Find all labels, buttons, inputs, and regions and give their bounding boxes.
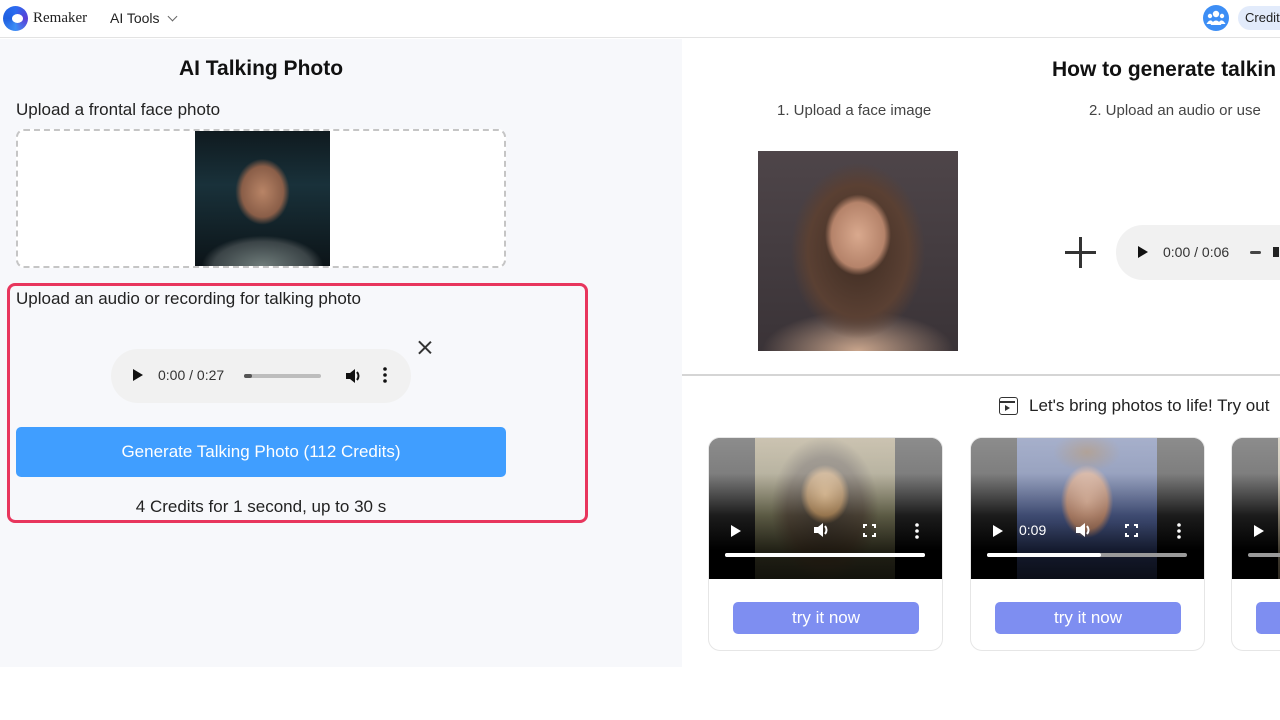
- credits-note: 4 Credits for 1 second, up to 30 s: [135, 497, 387, 516]
- play-icon[interactable]: [133, 369, 143, 381]
- video-controls-gradient: [1232, 438, 1280, 579]
- audio-seek-bar[interactable]: [244, 374, 321, 378]
- video-seek-progress: [987, 553, 1101, 557]
- volume-icon[interactable]: [1273, 247, 1279, 257]
- photo-dropzone[interactable]: [16, 129, 506, 268]
- example-card: 0:09 try it now: [970, 437, 1205, 651]
- example-audio-time: 0:00 / 0:06: [1163, 244, 1230, 260]
- ai-tools-label: AI Tools: [110, 10, 160, 26]
- audio-player[interactable]: 0:00 / 0:27: [111, 349, 411, 403]
- video-seek-progress: [725, 553, 925, 557]
- photo-upload-label: Upload a frontal face photo: [16, 100, 221, 119]
- chevron-down-icon: [167, 11, 177, 22]
- mute-minus-icon: [1250, 251, 1261, 254]
- credit-button[interactable]: Credit: [1238, 6, 1280, 30]
- example-card: try it now: [708, 437, 943, 651]
- video-time: 0:09: [1019, 522, 1047, 538]
- play-icon[interactable]: [1254, 525, 1264, 537]
- step-2-label: 2. Upload an audio or use: [1089, 102, 1261, 119]
- volume-icon[interactable]: [345, 368, 363, 389]
- top-nav-bar: Remaker AI Tools Credit: [0, 0, 1280, 38]
- play-icon[interactable]: [1138, 246, 1148, 258]
- fullscreen-icon[interactable]: [1125, 524, 1138, 537]
- volume-icon[interactable]: [1075, 522, 1093, 543]
- video-seek-bar[interactable]: [725, 553, 925, 557]
- brand-name[interactable]: Remaker: [33, 10, 87, 27]
- example-audio-player[interactable]: 0:00 / 0:06: [1116, 225, 1280, 280]
- group-icon[interactable]: [1203, 5, 1229, 31]
- example-video[interactable]: 0:09: [971, 438, 1204, 579]
- play-icon[interactable]: [731, 525, 741, 537]
- step-1-label: 1. Upload a face image: [777, 102, 932, 119]
- audio-time: 0:00 / 0:27: [158, 367, 225, 383]
- example-face-image: [758, 151, 958, 351]
- try-section-text: Let's bring photos to life! Try out: [1029, 396, 1270, 415]
- how-to-title: How to generate talkin: [1052, 58, 1277, 81]
- video-seek-bar[interactable]: [1248, 553, 1280, 557]
- audio-upload-label: Upload an audio or recording for talking…: [16, 289, 361, 308]
- section-divider: [682, 374, 1280, 376]
- try-it-now-button[interactable]: [1256, 602, 1280, 634]
- play-icon[interactable]: [993, 525, 1003, 537]
- audio-upload-highlight: [7, 283, 588, 523]
- more-options-icon[interactable]: [1177, 523, 1181, 544]
- talking-photo-form: AI Talking Photo Upload a frontal face p…: [0, 39, 682, 667]
- video-controls-gradient: [971, 438, 1204, 579]
- plus-icon: [1065, 237, 1097, 269]
- audio-seek-progress: [244, 374, 252, 378]
- try-it-now-button[interactable]: try it now: [995, 602, 1181, 634]
- volume-icon[interactable]: [813, 522, 831, 543]
- how-to-panel: How to generate talkin 1. Upload a face …: [682, 39, 1280, 667]
- ai-tools-menu[interactable]: AI Tools: [110, 10, 177, 26]
- fullscreen-icon[interactable]: [863, 524, 876, 537]
- try-section-label: Let's bring photos to life! Try out: [1000, 396, 1269, 416]
- remaker-logo-icon[interactable]: [3, 6, 28, 31]
- video-seek-bar[interactable]: [987, 553, 1187, 557]
- more-options-icon[interactable]: [915, 523, 919, 544]
- generate-talking-photo-button[interactable]: Generate Talking Photo (112 Credits): [16, 427, 506, 477]
- try-it-now-button[interactable]: try it now: [733, 602, 919, 634]
- uploaded-face-photo: [195, 131, 330, 266]
- example-card: [1231, 437, 1280, 651]
- more-options-icon[interactable]: [383, 367, 387, 388]
- page-title: AI Talking Photo: [178, 57, 344, 80]
- video-controls-gradient: [709, 438, 942, 579]
- remove-audio-close-icon[interactable]: [417, 339, 433, 355]
- example-video[interactable]: [709, 438, 942, 579]
- example-video[interactable]: [1232, 438, 1280, 579]
